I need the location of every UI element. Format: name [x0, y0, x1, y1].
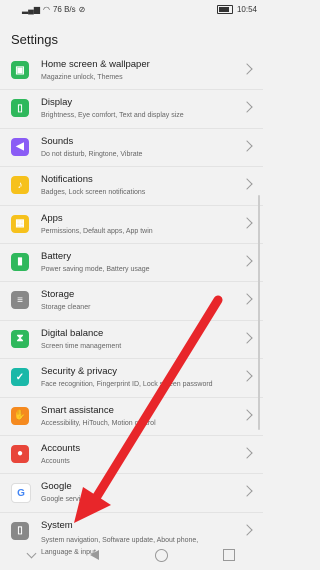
navigation-bar	[0, 540, 263, 570]
settings-item-digital-balance[interactable]: ⧗ Digital balance Screen time management	[0, 321, 263, 360]
settings-item-google[interactable]: G Google Google services	[0, 474, 263, 513]
settings-item-subtitle: Accounts	[41, 457, 70, 465]
settings-item-subtitle: Do not disturb, Ringtone, Vibrate	[41, 150, 143, 158]
chevron-right-icon	[241, 524, 253, 536]
sound-icon: ◀	[11, 137, 29, 156]
status-left: ▂▄▆ ◠ 76 B/s ⊘	[22, 5, 85, 14]
wifi-icon: ◠	[42, 5, 50, 14]
google-icon: G	[11, 483, 31, 504]
chevron-right-icon	[241, 63, 253, 75]
settings-item-subtitle: Permissions, Default apps, App twin	[41, 227, 153, 235]
settings-item-subtitle: Face recognition, Fingerprint ID, Lock s…	[41, 381, 213, 389]
network-speed: 76 B/s	[52, 5, 76, 14]
home-icon[interactable]	[154, 548, 168, 562]
hand-icon: ✋	[11, 406, 29, 425]
apps-icon: ▦	[11, 214, 29, 233]
settings-item-subtitle: Magazine unlock, Themes	[41, 74, 123, 81]
settings-item-label: Storage	[41, 289, 75, 301]
settings-item-label: Display	[41, 97, 73, 109]
status-bar: ▂▄▆ ◠ 76 B/s ⊘ 10:54	[0, 0, 263, 22]
clock: 10:54	[236, 5, 257, 14]
home-screen-icon: ▣	[11, 61, 29, 79]
settings-item-battery[interactable]: ▮ Battery Power saving mode, Battery usage	[0, 244, 263, 283]
storage-icon: ≡	[11, 291, 29, 310]
system-icon: ▯	[11, 521, 29, 540]
signal-icon: ▂▄▆	[22, 5, 40, 14]
settings-item-notifications[interactable]: ♪ Notifications Badges, Lock screen notifi…	[0, 167, 263, 206]
chevron-right-icon	[241, 178, 253, 190]
settings-item-label: Apps	[41, 212, 63, 224]
page-title: Settings	[11, 32, 58, 47]
settings-item-home-screen-wallpaper[interactable]: ▣ Home screen & wallpaper Magazine unlock,…	[0, 52, 263, 91]
settings-item-label: Smart assistance	[41, 404, 114, 416]
chevron-right-icon	[241, 216, 253, 229]
hide-nav-icon[interactable]	[26, 548, 37, 558]
settings-item-subtitle: Power saving mode, Battery usage	[41, 265, 150, 273]
scrollbar[interactable]	[258, 195, 260, 430]
settings-item-display[interactable]: ▯ Display Brightness, Eye comfort, Text an…	[0, 90, 263, 129]
back-icon[interactable]	[90, 550, 100, 560]
settings-item-subtitle: Google services	[41, 496, 92, 504]
status-right: 10:54	[216, 5, 257, 14]
battery-icon	[216, 5, 233, 14]
sync-icon: ⊘	[78, 5, 86, 14]
shield-icon: ✓	[11, 368, 29, 387]
chevron-right-icon	[241, 485, 253, 497]
settings-item-sounds[interactable]: ◀ Sounds Do not disturb, Ringtone, Vibrate	[0, 129, 263, 168]
chevron-right-icon	[241, 447, 253, 459]
settings-item-label: Digital balance	[41, 327, 104, 339]
settings-item-label: Home screen & wallpaper	[41, 59, 150, 70]
display-icon: ▯	[11, 99, 29, 118]
settings-item-label: Battery	[41, 250, 72, 262]
bell-icon: ♪	[11, 176, 29, 195]
settings-item-smart-assistance[interactable]: ✋ Smart assistance Accessibility, HiTouch,…	[0, 398, 263, 436]
chevron-right-icon	[241, 101, 253, 114]
settings-item-storage[interactable]: ≡ Storage Storage cleaner	[0, 282, 263, 321]
settings-item-label: Notifications	[41, 174, 93, 186]
settings-item-subtitle: Storage cleaner	[41, 304, 91, 312]
settings-list: ▣ Home screen & wallpaper Magazine unlock,…	[0, 52, 263, 561]
account-icon: ●	[11, 444, 29, 463]
chevron-right-icon	[241, 293, 253, 306]
settings-item-label: System	[41, 519, 73, 531]
chevron-right-icon	[241, 408, 253, 421]
settings-item-subtitle: Accessibility, HiTouch, Motion control	[41, 419, 156, 427]
chevron-right-icon	[241, 370, 253, 382]
recent-apps-icon[interactable]	[223, 549, 236, 561]
battery-icon: ▮	[11, 252, 29, 271]
settings-item-label: Security & privacy	[41, 366, 118, 378]
chevron-right-icon	[241, 332, 253, 344]
settings-item-label: Sounds	[41, 135, 74, 147]
chevron-right-icon	[241, 140, 253, 152]
settings-item-subtitle: Badges, Lock screen notifications	[41, 189, 146, 197]
settings-item-subtitle: Brightness, Eye comfort, Text and displa…	[41, 112, 184, 120]
settings-item-subtitle: Screen time management	[41, 342, 122, 350]
settings-item-label: Accounts	[41, 442, 81, 454]
settings-item-accounts[interactable]: ● Accounts Accounts	[0, 436, 263, 475]
settings-item-label: Google	[41, 481, 72, 493]
chevron-right-icon	[241, 255, 253, 267]
hourglass-icon: ⧗	[11, 329, 29, 348]
settings-item-security-privacy[interactable]: ✓ Security & privacy Face recognition, Fin…	[0, 359, 263, 398]
settings-item-apps[interactable]: ▦ Apps Permissions, Default apps, App twin	[0, 206, 263, 244]
